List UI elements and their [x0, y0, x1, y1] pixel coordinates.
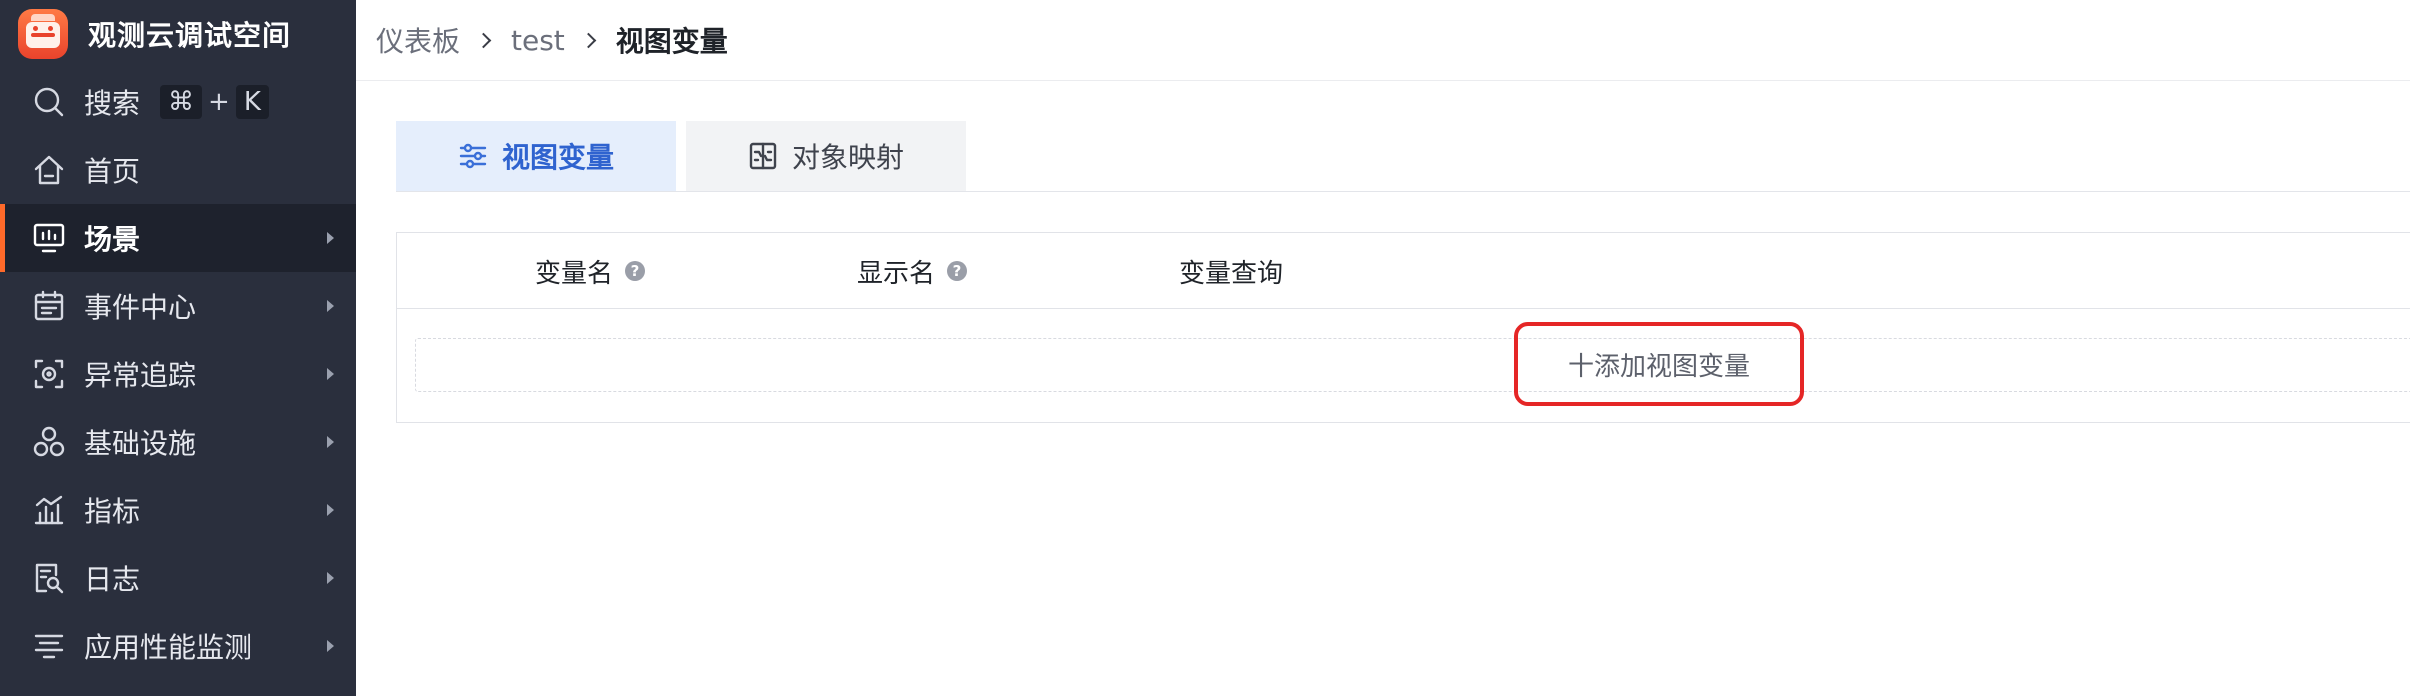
chevron-right-icon: [475, 32, 492, 48]
sliders-icon: [459, 143, 487, 169]
variables-table: 变量名 ? 显示名 ? 变量查询: [396, 232, 2410, 423]
sidebar-item-label: 首页: [84, 155, 141, 188]
sidebar-item-infrastructure[interactable]: 基础设施: [0, 408, 356, 476]
sidebar-item-apm[interactable]: 应用性能监测: [0, 612, 356, 680]
column-header-variable-query: 变量查询: [1179, 233, 1283, 309]
target-scan-icon: [30, 355, 68, 393]
workspace-header[interactable]: 观测云调试空间: [0, 0, 356, 68]
shortcut-plus: +: [208, 87, 230, 117]
tab-label: 视图变量: [501, 141, 614, 174]
workspace-logo-icon: [18, 9, 68, 59]
chevron-right-icon: [580, 32, 597, 48]
apm-list-icon: [30, 627, 68, 665]
chevron-right-icon: [327, 640, 334, 652]
table-header: 变量名 ? 显示名 ? 变量查询: [397, 233, 2410, 309]
breadcrumb-dashboard-link[interactable]: 仪表板: [376, 20, 460, 60]
help-icon[interactable]: ?: [947, 261, 968, 281]
shortcut-k-key: K: [235, 85, 269, 119]
chevron-right-icon: [327, 436, 334, 448]
search-icon: [30, 83, 68, 121]
tab-label: 对象映射: [791, 141, 904, 174]
sidebar-item-label: 场景: [84, 223, 141, 256]
home-icon: [30, 151, 68, 189]
sidebar-item-label: 指标: [84, 495, 141, 528]
sidebar-item-label: 应用性能监测: [84, 631, 253, 664]
log-search-icon: [30, 559, 68, 597]
add-variable-row[interactable]: [415, 338, 2410, 392]
sidebar-search-label: 搜索: [84, 87, 141, 120]
column-header-label: 变量名: [535, 258, 614, 289]
add-view-variable-button[interactable]: 十添加视图变量: [1514, 322, 1804, 406]
calendar-icon: [30, 287, 68, 325]
chevron-right-icon: [327, 232, 334, 244]
help-icon[interactable]: ?: [625, 261, 646, 281]
chevron-right-icon: [327, 368, 334, 380]
sidebar-item-label: 基础设施: [84, 427, 197, 460]
shortcut-cmd-key: ⌘: [160, 85, 203, 119]
mapping-icon: [749, 142, 777, 170]
search-shortcut: ⌘ + K: [160, 85, 269, 119]
workspace-title: 观测云调试空间: [88, 19, 292, 52]
chevron-right-icon: [327, 504, 334, 516]
column-header-label: 显示名: [857, 258, 936, 289]
sidebar-item-label: 异常追踪: [84, 359, 197, 392]
sidebar-item-events[interactable]: 事件中心: [0, 272, 356, 340]
sidebar-item-home[interactable]: 首页: [0, 136, 356, 204]
sidebar-item-metrics[interactable]: 指标: [0, 476, 356, 544]
sidebar-item-label: 事件中心: [84, 291, 197, 324]
column-header-variable-name: 变量名 ?: [535, 233, 646, 309]
sidebar-item-logs[interactable]: 日志: [0, 544, 356, 612]
breadcrumb-current: 视图变量: [615, 25, 728, 58]
sidebar-search[interactable]: 搜索 ⌘ + K: [0, 68, 356, 136]
infrastructure-nodes-icon: [30, 423, 68, 461]
sidebar-item-scenes[interactable]: 场景: [0, 204, 356, 272]
chevron-right-icon: [327, 300, 334, 312]
breadcrumb: 仪表板 test 视图变量: [356, 0, 2410, 81]
chevron-right-icon: [327, 572, 334, 584]
tab-bar: 视图变量 对象映射: [396, 121, 2410, 192]
column-header-label: 变量查询: [1179, 258, 1284, 289]
column-header-display-name: 显示名 ?: [857, 233, 968, 309]
add-view-variable-label: 十添加视图变量: [1567, 351, 1750, 382]
metrics-chart-icon: [30, 491, 68, 529]
tab-object-mapping[interactable]: 对象映射: [686, 121, 966, 191]
dashboard-monitor-icon: [30, 219, 68, 257]
sidebar-item-label: 日志: [84, 563, 141, 596]
sidebar-item-issues[interactable]: 异常追踪: [0, 340, 356, 408]
main-content: 仪表板 test 视图变量 视图变量 对象映射 变量名 ? 显示名 ? 变量查询…: [356, 0, 2410, 696]
tab-view-variables[interactable]: 视图变量: [396, 121, 676, 191]
sidebar: 观测云调试空间 搜索 ⌘ + K 首页 场景 事件中心 异常追踪 基础设施 指标…: [0, 0, 356, 696]
breadcrumb-test-link[interactable]: test: [511, 24, 565, 57]
